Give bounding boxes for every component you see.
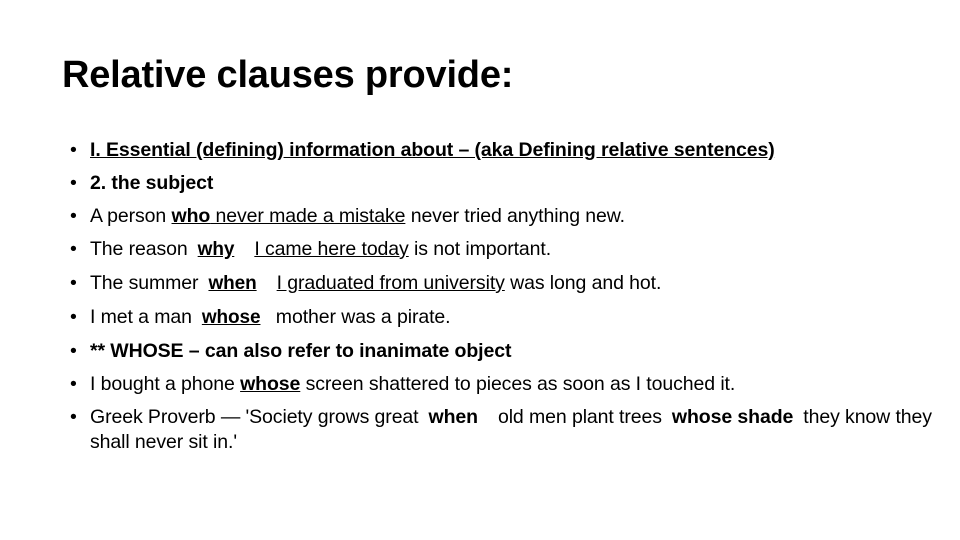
run-keyword-when: when <box>208 273 257 294</box>
slide-canvas: Relative clauses provide: • I. Essential… <box>0 0 960 540</box>
run-never-made-a-mistake: never made a mistake <box>210 205 406 227</box>
list-item: • I met a man whose mother was a pirate. <box>62 305 942 331</box>
bullet-text-why-came-here: The reason why I came here today is not im… <box>90 237 942 263</box>
bullet-marker: • <box>70 373 77 395</box>
run-keyword-whose-shade: whose shade <box>671 406 794 428</box>
list-item: • A person who never made a mistake neve… <box>62 204 942 229</box>
bullet-text-phone-whose-screen: I bought a phone whose screen shattered … <box>90 372 942 397</box>
bullet-text-whose-mother: I met a man whose mother was a pirate. <box>90 305 942 331</box>
list-item: • Greek Proverb — 'Society grows great wh… <box>62 405 942 454</box>
list-item: • ** WHOSE – can also refer to inanimate… <box>62 339 942 364</box>
list-item: • The reason why I came here today is not … <box>62 237 942 263</box>
bullet-marker: • <box>70 172 77 194</box>
bullet-text-whose-inanimate: ** WHOSE – can also refer to inanimate o… <box>90 339 942 364</box>
run-keyword-when: when <box>428 406 479 428</box>
list-item: • I bought a phone whose screen shattere… <box>62 372 942 397</box>
bullet-text-the-subject: 2. the subject <box>90 171 942 196</box>
run-a-person: A person <box>90 205 172 227</box>
run-greek-proverb-open: Greek Proverb — 'Society grows great <box>90 406 419 428</box>
run-i-bought-a-phone: I bought a phone <box>90 373 241 395</box>
run-i-came-here-today: I came here today <box>254 238 409 260</box>
run-is-not-important: is not important. <box>408 238 552 260</box>
bullet-marker: • <box>70 340 77 362</box>
run-was-long-and-hot: was long and hot. <box>504 272 662 294</box>
run-whose-inanimate-note: ** WHOSE – can also refer to inanimate o… <box>90 340 512 362</box>
bullet-text-essential-info: I. Essential (defining) information abou… <box>90 138 942 163</box>
list-item: • The summer when I graduated from univers… <box>62 271 942 297</box>
run-the-summer: The summer <box>90 272 199 294</box>
page-title: Relative clauses provide: <box>62 54 514 96</box>
run-screen-shattered: screen shattered to pieces as soon as I … <box>300 373 736 395</box>
run-old-men-plant-trees: old men plant trees <box>497 406 662 428</box>
run-i-graduated-from-university: I graduated from university <box>276 272 505 294</box>
run-never-tried-anything-new: never tried anything new. <box>405 205 625 227</box>
bullet-marker: • <box>70 139 77 161</box>
list-item: • I. Essential (defining) information ab… <box>62 138 942 163</box>
run-essential-info: I. Essential (defining) information abou… <box>90 139 775 161</box>
run-keyword-why: why <box>197 239 235 260</box>
bullet-marker: • <box>70 272 77 294</box>
list-item: • 2. the subject <box>62 171 942 196</box>
bullet-text-when-graduated: The summer when I graduated from universit… <box>90 271 942 297</box>
run-i-met-a-man: I met a man <box>90 306 192 328</box>
run-the-subject: 2. the subject <box>90 172 214 194</box>
run-keyword-whose: whose <box>240 373 301 395</box>
bullet-marker: • <box>70 205 77 227</box>
run-keyword-who: who <box>171 205 211 227</box>
bullet-marker: • <box>70 238 77 260</box>
run-keyword-whose: whose <box>201 307 261 328</box>
run-the-reason: The reason <box>90 238 188 260</box>
bullet-marker: • <box>70 306 77 328</box>
run-mother-was-a-pirate: mother was a pirate. <box>270 306 451 328</box>
bullet-text-greek-proverb: Greek Proverb — 'Society grows great when… <box>90 405 942 454</box>
bullet-text-who-mistake: A person who never made a mistake never … <box>90 204 942 229</box>
relative-clause-bullet-list: • I. Essential (defining) information ab… <box>62 138 942 454</box>
bullet-marker: • <box>70 406 77 428</box>
